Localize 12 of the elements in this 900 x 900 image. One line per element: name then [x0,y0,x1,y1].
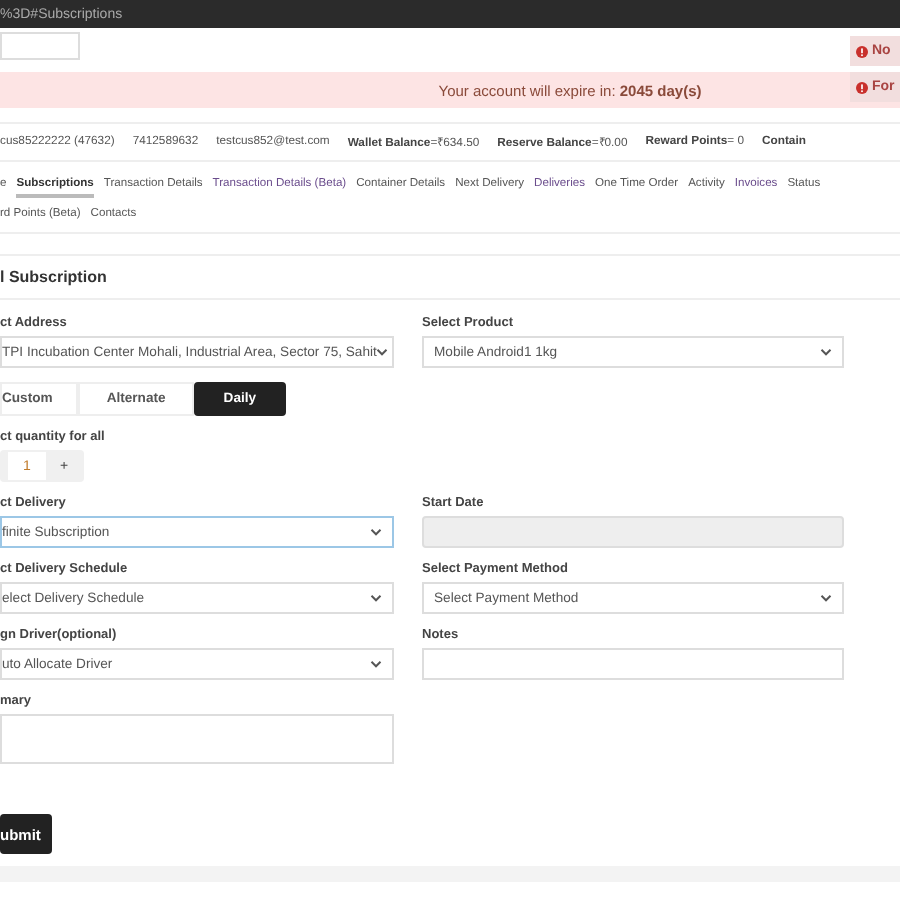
search-field[interactable] [0,32,80,60]
chevron-icon [370,660,382,668]
warning-icon [856,81,868,93]
chevron-icon [820,348,832,356]
chevron-icon [820,594,832,602]
section-title: l Subscription [0,256,900,300]
text-area[interactable] [422,648,844,680]
text-area[interactable] [0,714,394,764]
chevron-icon [370,528,382,536]
chevron-icon [370,594,382,602]
chevron-icon [376,348,389,356]
warning-icon [856,45,868,57]
